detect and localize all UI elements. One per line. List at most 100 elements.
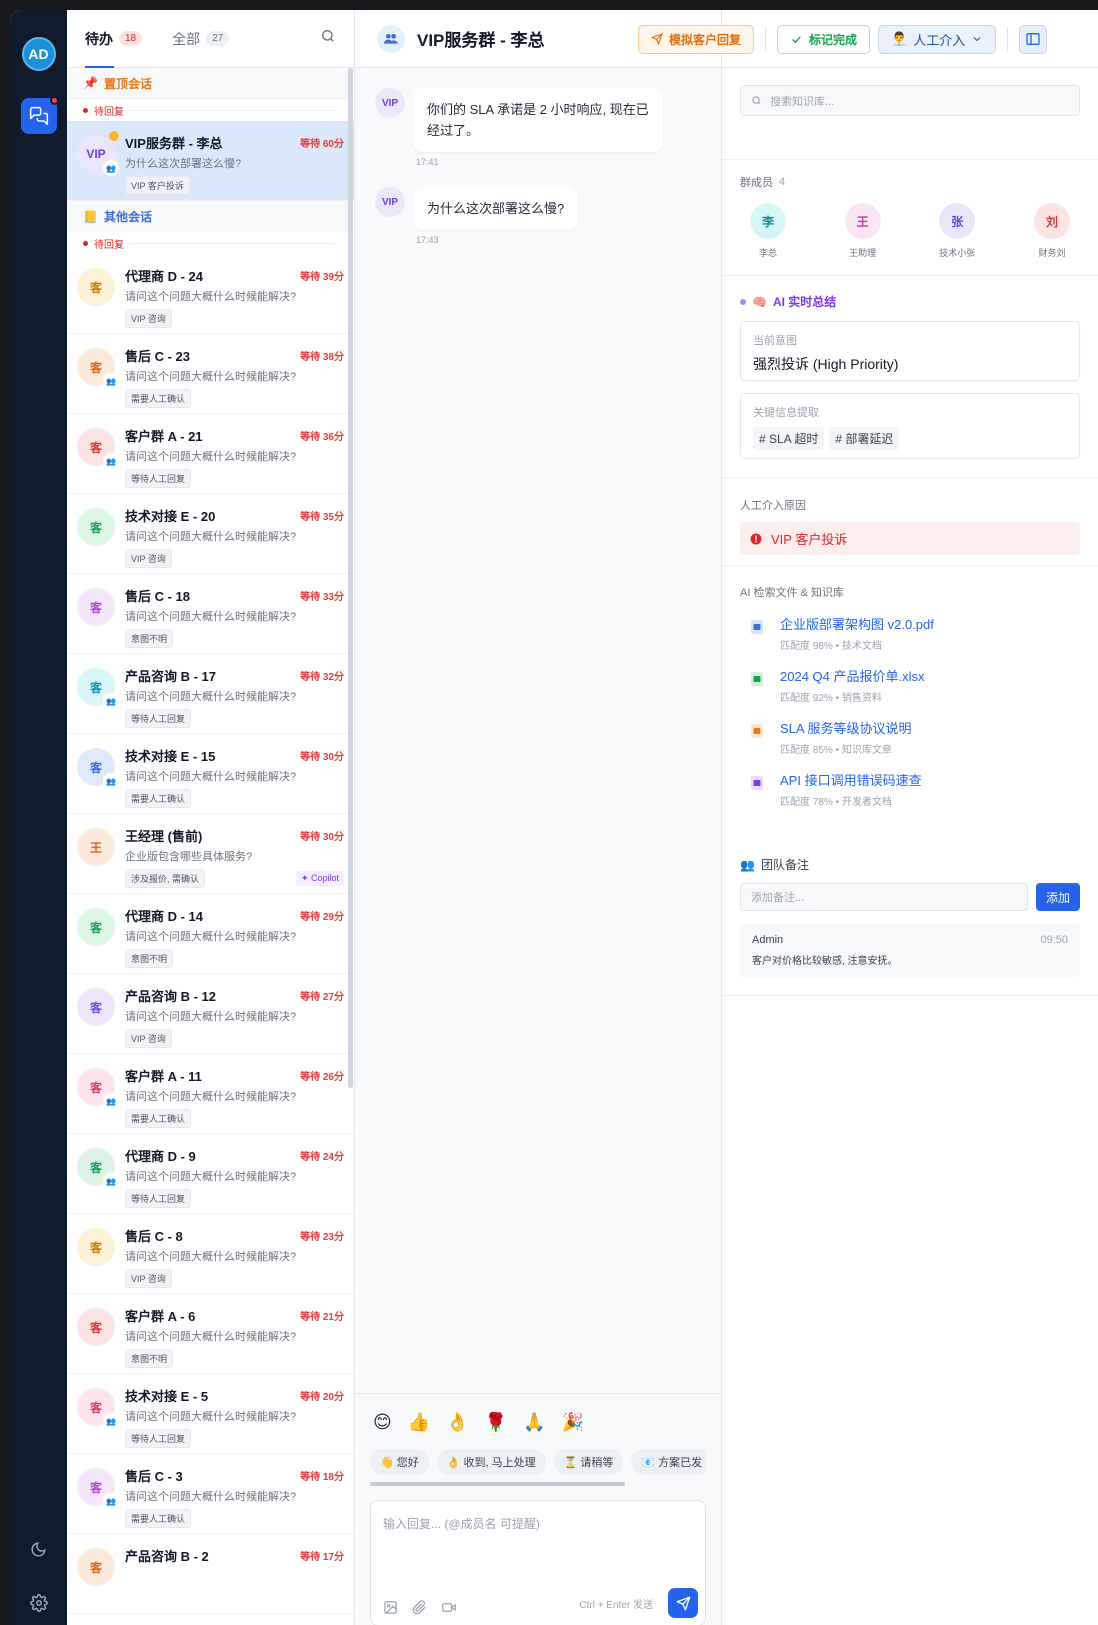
message-bubble: 为什么这次部署这么慢? bbox=[413, 187, 579, 230]
avatar: 客 bbox=[77, 908, 115, 946]
conversation-tag: 等待人工回复 bbox=[125, 1429, 192, 1448]
conversation-item[interactable]: 客 👥 售后 C - 23 等待 38分 请问这个问题大概什么时候能解决? 需要… bbox=[67, 334, 354, 414]
group-label: 待回复 bbox=[67, 232, 354, 254]
group-icon: 👥 bbox=[103, 160, 119, 176]
member-item[interactable]: 刘 财务刘 bbox=[1026, 203, 1078, 259]
conversation-item[interactable]: 客 👥 代理商 D - 9 等待 24分 请问这个问题大概什么时候能解决? 等待… bbox=[67, 1134, 354, 1214]
human-takeover-dropdown[interactable]: 👨‍💼 人工介入 bbox=[878, 24, 997, 54]
file-meta: 匹配度 85% • 知识库文章 bbox=[780, 745, 892, 756]
intent-label: 当前意图 bbox=[753, 335, 797, 347]
file-item[interactable]: API 接口调用错误码速查 匹配度 78% • 开发者文档 bbox=[740, 770, 1080, 808]
avatar: VIP 👥 bbox=[77, 129, 121, 176]
member-item[interactable]: 王 王助理 bbox=[837, 203, 889, 259]
intent-card: 当前意图 强烈投诉 (High Priority) bbox=[740, 321, 1080, 381]
copilot-badge[interactable]: ✦ Copilot bbox=[295, 871, 344, 886]
conversation-item[interactable]: 王 王经理 (售前) 等待 30分 企业版包含哪些具体服务? 涉及报价, 需确认… bbox=[67, 814, 354, 894]
info-side-panel: 搜索知识库... 群成员 4 李 李总 王 王助理 张 技术小张 刘 财务刘 🧠… bbox=[722, 10, 1098, 1625]
conversation-item[interactable]: 客 售后 C - 8 等待 23分 请问这个问题大概什么时候能解决? VIP 咨… bbox=[67, 1214, 354, 1294]
conversation-item[interactable]: 客 代理商 D - 24 等待 39分 请问这个问题大概什么时候能解决? VIP… bbox=[67, 254, 354, 334]
conversation-tag: 需要人工确认 bbox=[125, 389, 192, 408]
conversation-tag: 意图不明 bbox=[125, 1349, 174, 1368]
video-icon[interactable] bbox=[441, 1600, 457, 1615]
file-item[interactable]: 2024 Q4 产品报价单.xlsx 匹配度 92% • 销售资料 bbox=[740, 666, 1080, 704]
conversation-tag: VIP 咨询 bbox=[125, 1029, 172, 1048]
member-name: 技术小张 bbox=[939, 248, 976, 258]
conversation-item[interactable]: 客 产品咨询 B - 12 等待 27分 请问这个问题大概什么时候能解决? VI… bbox=[67, 974, 354, 1054]
avatar: 客 👥 bbox=[77, 668, 119, 709]
conversation-item[interactable]: 客 👥 售后 C - 3 等待 18分 请问这个问题大概什么时候能解决? 需要人… bbox=[67, 1454, 354, 1534]
emoji-button[interactable]: 👌 bbox=[446, 1412, 468, 1433]
file-meta: 匹配度 92% • 销售资料 bbox=[780, 693, 882, 704]
user-avatar[interactable]: AD bbox=[21, 37, 56, 71]
file-icon bbox=[746, 772, 768, 794]
emoji-button[interactable]: 🎉 bbox=[561, 1412, 583, 1433]
conversation-item[interactable]: 客 👥 技术对接 E - 15 等待 30分 请问这个问题大概什么时候能解决? … bbox=[67, 734, 354, 814]
member-item[interactable]: 李 李总 bbox=[742, 203, 794, 259]
quick-reply-button[interactable]: 📧 方案已发 bbox=[631, 1449, 706, 1475]
key-info-label: 关键信息提取 bbox=[753, 407, 819, 419]
wait-time: 等待 23分 bbox=[300, 1232, 344, 1243]
knowledge-search-input[interactable]: 搜索知识库... bbox=[740, 85, 1080, 116]
conversation-name: 售后 C - 18 bbox=[125, 589, 191, 604]
file-name: 2024 Q4 产品报价单.xlsx bbox=[780, 669, 925, 684]
image-icon[interactable] bbox=[383, 1600, 398, 1615]
conversation-item[interactable]: 客 👥 产品咨询 B - 17 等待 32分 请问这个问题大概什么时候能解决? … bbox=[67, 654, 354, 734]
tab-label: 全部 bbox=[172, 30, 201, 47]
conversation-list[interactable]: 📌 置顶会话 待回复 VIP 👥 VIP服务群 - 李总 等待 60分 为什么这… bbox=[67, 68, 354, 1625]
conversation-tag: VIP 咨询 bbox=[125, 309, 172, 328]
tab-all[interactable]: 全部 27 bbox=[172, 10, 230, 68]
list-search-button[interactable] bbox=[320, 28, 336, 47]
send-button[interactable] bbox=[668, 1588, 698, 1618]
settings-button[interactable] bbox=[27, 1591, 51, 1615]
sidebar-icon bbox=[1026, 33, 1040, 45]
conversation-preview: 请问这个问题大概什么时候能解决? bbox=[125, 691, 297, 703]
simulate-reply-button[interactable]: 模拟客户回复 bbox=[638, 24, 755, 54]
emoji-button[interactable]: 👍 bbox=[408, 1412, 430, 1433]
conversation-name: 代理商 D - 24 bbox=[125, 269, 204, 284]
members-section: 群成员 4 李 李总 王 王助理 张 技术小张 刘 财务刘 bbox=[722, 160, 1098, 276]
toggle-side-panel-button[interactable] bbox=[1019, 24, 1048, 54]
paperclip-icon[interactable] bbox=[412, 1600, 427, 1615]
conversation-item[interactable]: 客 产品咨询 B - 2 等待 17分 bbox=[67, 1534, 354, 1614]
note-input[interactable]: 添加备注... bbox=[740, 883, 1028, 911]
conversation-preview: 请问这个问题大概什么时候能解决? bbox=[125, 1251, 297, 1263]
member-avatar: 刘 bbox=[1033, 203, 1070, 239]
emoji-button[interactable]: 🙏 bbox=[523, 1412, 545, 1433]
conversation-item[interactable]: 客 售后 C - 18 等待 33分 请问这个问题大概什么时候能解决? 意图不明 bbox=[67, 574, 354, 654]
note-card: Admin 09:50 客户对价格比较敏感, 注意安抚。 bbox=[740, 924, 1080, 977]
nav-chat-button[interactable] bbox=[20, 96, 59, 134]
add-note-button[interactable]: 添加 bbox=[1036, 883, 1080, 911]
conversation-name: 技术对接 E - 5 bbox=[125, 1389, 209, 1404]
member-item[interactable]: 张 技术小张 bbox=[931, 203, 983, 259]
chat-actions: 模拟客户回复 标记完成 👨‍💼 人工介入 bbox=[638, 10, 1048, 68]
file-item[interactable]: SLA 服务等级协议说明 匹配度 85% • 知识库文章 bbox=[740, 718, 1080, 756]
avatar: 客 👥 bbox=[77, 348, 119, 389]
emoji-button[interactable]: 😊 bbox=[373, 1412, 392, 1433]
tab-todo[interactable]: 待办 18 bbox=[85, 10, 143, 68]
emoji-button[interactable]: 🌹 bbox=[485, 1412, 507, 1433]
mark-done-button[interactable]: 标记完成 bbox=[777, 24, 871, 54]
conversation-item-vip[interactable]: VIP 👥 VIP服务群 - 李总 等待 60分 为什么这次部署这么慢? VIP… bbox=[67, 121, 354, 201]
file-item[interactable]: 企业版部署架构图 v2.0.pdf 匹配度 98% • 技术文档 bbox=[740, 614, 1080, 652]
conversation-item[interactable]: 客 客户群 A - 6 等待 21分 请问这个问题大概什么时候能解决? 意图不明 bbox=[67, 1294, 354, 1374]
conversation-item[interactable]: 客 👥 技术对接 E - 5 等待 20分 请问这个问题大概什么时候能解决? 等… bbox=[67, 1374, 354, 1454]
quick-replies-scrollbar[interactable] bbox=[370, 1482, 625, 1486]
quick-reply-button[interactable]: ⏳ 请稍等 bbox=[553, 1449, 624, 1475]
conversation-item[interactable]: 客 👥 客户群 A - 11 等待 26分 请问这个问题大概什么时候能解决? 需… bbox=[67, 1054, 354, 1134]
conversation-item[interactable]: 客 代理商 D - 14 等待 29分 请问这个问题大概什么时候能解决? 意图不… bbox=[67, 894, 354, 974]
member-name: 财务刘 bbox=[1038, 248, 1066, 258]
conversation-item[interactable]: 客 👥 客户群 A - 21 等待 36分 请问这个问题大概什么时候能解决? 等… bbox=[67, 414, 354, 494]
all-count-badge: 27 bbox=[206, 31, 230, 46]
reply-input[interactable]: 输入回复... (@成员名 可提醒) Ctrl + Enter 发送 bbox=[370, 1500, 706, 1625]
conversation-preview: 请问这个问题大概什么时候能解决? bbox=[125, 1491, 297, 1503]
crown-icon bbox=[107, 129, 121, 143]
conversation-item[interactable]: 客 技术对接 E - 20 等待 35分 请问这个问题大概什么时候能解决? VI… bbox=[67, 494, 354, 574]
alert-icon bbox=[750, 533, 762, 544]
quick-reply-button[interactable]: 👌 收到, 马上处理 bbox=[436, 1449, 546, 1475]
conversation-name: 技术对接 E - 15 bbox=[125, 749, 216, 764]
avatar: 客 bbox=[77, 988, 115, 1026]
dark-mode-button[interactable] bbox=[27, 1537, 51, 1561]
quick-reply-button[interactable]: 👋 您好 bbox=[370, 1449, 429, 1475]
list-scrollbar[interactable] bbox=[348, 68, 353, 1088]
group-icon: 👥 bbox=[103, 693, 119, 709]
